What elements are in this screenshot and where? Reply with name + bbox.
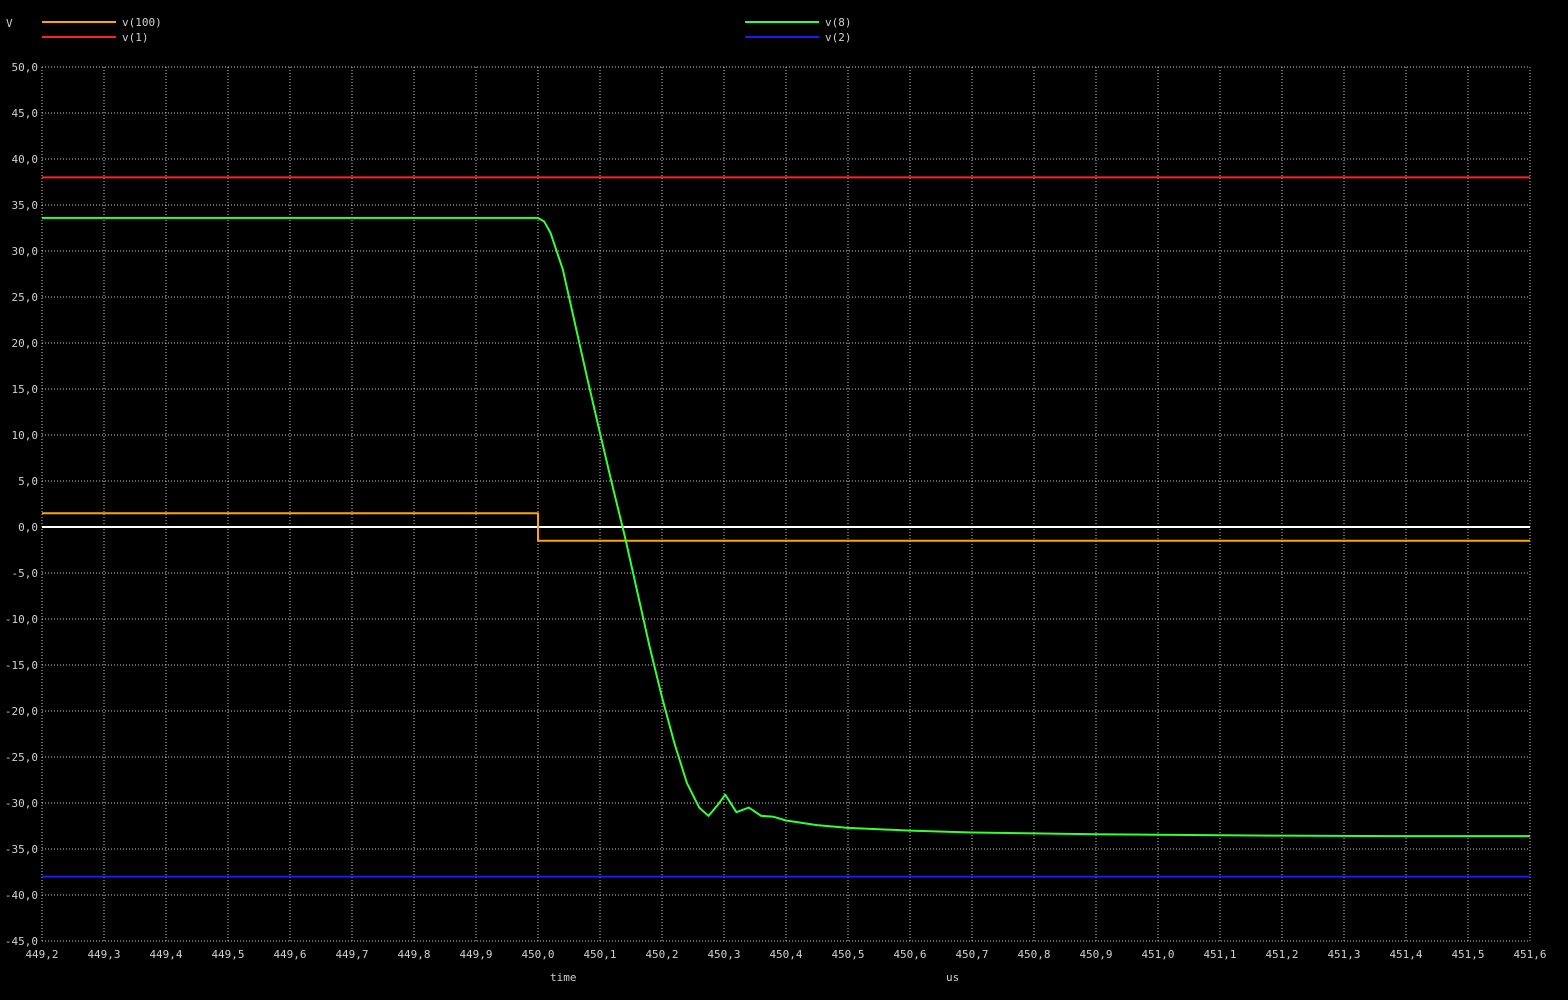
x-tick-label: 451,3 bbox=[1327, 948, 1360, 961]
x-tick-label: 450,0 bbox=[521, 948, 554, 961]
x-tick-label: 449,2 bbox=[25, 948, 58, 961]
y-tick-label: 35,0 bbox=[12, 199, 39, 212]
chart-background bbox=[0, 0, 1568, 1000]
x-tick-label: 450,1 bbox=[583, 948, 616, 961]
y-tick-label: -10,0 bbox=[5, 613, 38, 626]
x-tick-label: 449,6 bbox=[273, 948, 306, 961]
y-axis-label: V bbox=[6, 17, 13, 30]
x-tick-label: 450,5 bbox=[831, 948, 864, 961]
y-tick-label: 40,0 bbox=[12, 153, 39, 166]
legend-label-v2: v(2) bbox=[825, 31, 852, 44]
x-tick-label: 450,2 bbox=[645, 948, 678, 961]
y-tick-label: 5,0 bbox=[18, 475, 38, 488]
x-tick-label: 449,8 bbox=[397, 948, 430, 961]
y-tick-label: -20,0 bbox=[5, 705, 38, 718]
y-tick-label: 10,0 bbox=[12, 429, 39, 442]
x-tick-label: 451,1 bbox=[1203, 948, 1236, 961]
y-tick-label: -15,0 bbox=[5, 659, 38, 672]
y-tick-label: -5,0 bbox=[12, 567, 39, 580]
y-tick-label: 45,0 bbox=[12, 107, 39, 120]
legend-label-v100: v(100) bbox=[122, 16, 162, 29]
y-tick-label: 0,0 bbox=[18, 521, 38, 534]
x-axis-name: time bbox=[550, 971, 577, 984]
x-tick-label: 450,6 bbox=[893, 948, 926, 961]
x-tick-label: 449,7 bbox=[335, 948, 368, 961]
x-tick-label: 449,9 bbox=[459, 948, 492, 961]
x-axis-unit: us bbox=[946, 971, 959, 984]
x-tick-label: 451,4 bbox=[1389, 948, 1422, 961]
y-tick-label: -45,0 bbox=[5, 935, 38, 948]
x-tick-label: 449,4 bbox=[149, 948, 182, 961]
y-tick-label: 15,0 bbox=[12, 383, 39, 396]
x-tick-label: 449,3 bbox=[87, 948, 120, 961]
x-tick-label: 450,8 bbox=[1017, 948, 1050, 961]
x-tick-label: 450,3 bbox=[707, 948, 740, 961]
x-tick-label: 451,0 bbox=[1141, 948, 1174, 961]
legend-label-v1: v(1) bbox=[122, 31, 149, 44]
chart: 50,0 45,0 40,0 35,0 30,0 25,0 20,0 15,0 10,0 5,0 0… bbox=[0, 0, 1568, 1000]
x-tick-label: 450,9 bbox=[1079, 948, 1112, 961]
y-tick-label: -35,0 bbox=[5, 843, 38, 856]
y-tick-label: 50,0 bbox=[12, 61, 39, 74]
y-tick-label: 30,0 bbox=[12, 245, 39, 258]
y-tick-label: -40,0 bbox=[5, 889, 38, 902]
x-tick-label: 451,5 bbox=[1451, 948, 1484, 961]
x-tick-label: 449,5 bbox=[211, 948, 244, 961]
legend-label-v8: v(8) bbox=[825, 16, 852, 29]
y-tick-label: 25,0 bbox=[12, 291, 39, 304]
y-tick-label: -25,0 bbox=[5, 751, 38, 764]
x-tick-label: 451,6 bbox=[1513, 948, 1546, 961]
y-tick-label: 20,0 bbox=[12, 337, 39, 350]
x-tick-label: 450,7 bbox=[955, 948, 988, 961]
x-tick-label: 450,4 bbox=[769, 948, 802, 961]
y-tick-label: -30,0 bbox=[5, 797, 38, 810]
x-tick-label: 451,2 bbox=[1265, 948, 1298, 961]
